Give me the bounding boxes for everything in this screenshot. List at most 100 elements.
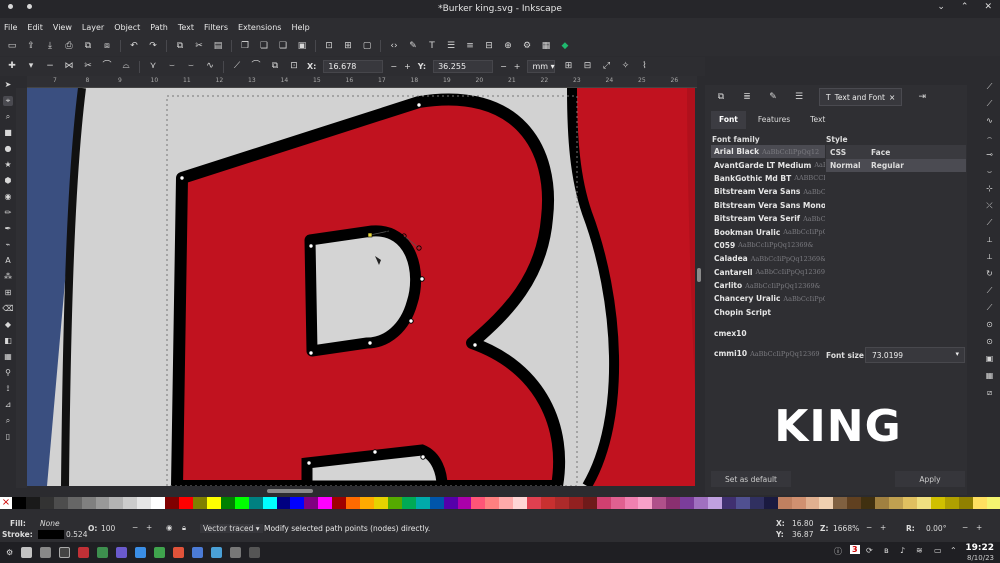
color-swatch[interactable] xyxy=(137,497,152,509)
font-size-field[interactable]: 73.0199 ▾ xyxy=(865,347,965,363)
snap-guide-icon[interactable]: ⊙ xyxy=(985,337,995,347)
show-clip-icon[interactable]: ⊞ xyxy=(562,61,574,73)
snap-cusp-icon[interactable]: ⊸ xyxy=(985,150,995,160)
objects-icon[interactable]: ≡ xyxy=(464,40,476,52)
color-swatch[interactable] xyxy=(610,497,625,509)
rotation-minus-icon[interactable]: − xyxy=(962,523,968,532)
extension-icon[interactable]: ◆ xyxy=(559,40,571,52)
color-swatch[interactable] xyxy=(415,497,430,509)
x-input[interactable]: 16.678 xyxy=(323,60,384,73)
volume-icon[interactable]: ♪ xyxy=(900,546,905,555)
vlc-icon[interactable] xyxy=(211,547,223,558)
fill-stroke-icon[interactable]: ✎ xyxy=(407,40,419,52)
zoom-page-icon[interactable]: ▢ xyxy=(361,40,373,52)
menu-help[interactable]: Help xyxy=(291,23,309,32)
doc-properties-icon[interactable]: ▦ xyxy=(540,40,552,52)
fill-value[interactable]: None xyxy=(40,519,60,528)
snap-path-icon[interactable]: ⌢ xyxy=(985,133,995,143)
color-swatch[interactable] xyxy=(304,497,319,509)
color-swatch[interactable] xyxy=(95,497,110,509)
menu-edit[interactable]: Edit xyxy=(27,23,43,32)
color-swatch[interactable] xyxy=(749,497,764,509)
delete-segment-icon[interactable]: ⌓ xyxy=(120,61,132,73)
menu-filters[interactable]: Filters xyxy=(204,23,228,32)
color-swatch[interactable] xyxy=(443,497,458,509)
layer-select[interactable]: Vector traced ▾ xyxy=(200,524,263,533)
minimize-icon[interactable]: ⌄ xyxy=(937,2,945,12)
font-list-item[interactable]: Bitstream Vera Sans MonoA xyxy=(711,199,825,212)
print-icon[interactable]: ⎙ xyxy=(63,40,75,52)
files-icon[interactable] xyxy=(21,547,33,558)
star-tool-icon[interactable]: ★ xyxy=(3,160,13,170)
color-swatch[interactable] xyxy=(722,497,736,509)
color-swatch[interactable] xyxy=(763,497,778,509)
color-swatch[interactable] xyxy=(582,497,597,509)
color-swatch[interactable] xyxy=(457,497,472,509)
spiral-tool-icon[interactable]: ◉ xyxy=(3,192,13,202)
color-swatch[interactable] xyxy=(220,497,235,509)
object-to-path-icon[interactable]: ⧉ xyxy=(269,61,281,73)
color-swatch[interactable] xyxy=(234,497,249,509)
join-nodes-icon[interactable]: ⋈ xyxy=(63,61,75,73)
color-swatch[interactable] xyxy=(986,497,1000,509)
cusp-node-icon[interactable]: ⋎ xyxy=(147,61,159,73)
style-row[interactable]: Normal Regular xyxy=(826,159,966,172)
export-icon[interactable]: ⧈ xyxy=(101,40,113,52)
menu-object[interactable]: Object xyxy=(114,23,140,32)
color-swatch[interactable] xyxy=(847,497,862,509)
connector-tool-icon[interactable]: ⟟ xyxy=(3,384,13,394)
font-list-item[interactable]: BankGothic Md BT AABBCCI xyxy=(711,172,825,185)
color-swatch[interactable] xyxy=(680,497,695,509)
y-minus-icon[interactable]: − xyxy=(500,62,507,71)
chat-icon[interactable] xyxy=(154,547,166,558)
color-swatch[interactable] xyxy=(346,497,361,509)
zoom-minus-icon[interactable]: − xyxy=(866,523,872,532)
color-swatch[interactable] xyxy=(318,497,333,509)
pdf-icon[interactable] xyxy=(78,547,90,558)
box3d-tool-icon[interactable]: ⬢ xyxy=(3,176,13,186)
segment-line-icon[interactable]: ⟋ xyxy=(231,61,243,73)
paste-icon[interactable]: ▤ xyxy=(212,40,224,52)
align-icon[interactable]: ⊟ xyxy=(483,40,495,52)
lock-icon[interactable]: 🔒︎ xyxy=(182,523,186,533)
zoom-drawing-icon[interactable]: ⊞ xyxy=(342,40,354,52)
selector-tool-icon[interactable]: ➤ xyxy=(3,80,13,90)
color-swatch[interactable] xyxy=(930,497,945,509)
color-swatch[interactable] xyxy=(206,497,221,509)
show-handles-icon[interactable]: ✧ xyxy=(619,61,631,73)
color-swatch[interactable] xyxy=(791,497,806,509)
y-plus-icon[interactable]: + xyxy=(514,62,521,71)
bluetooth-icon[interactable]: ʙ xyxy=(884,546,889,555)
snap-center-icon[interactable]: ⟂ xyxy=(985,252,995,262)
color-palette[interactable]: × xyxy=(0,497,1000,509)
insert-node-icon[interactable]: ✚ xyxy=(6,61,18,73)
color-swatch[interactable] xyxy=(861,497,876,509)
app-menu-icon[interactable]: ⚙ xyxy=(6,548,13,557)
apply-button[interactable]: Apply xyxy=(895,471,965,487)
calligraphy-tool-icon[interactable]: ⌁ xyxy=(3,240,13,250)
x-minus-icon[interactable]: − xyxy=(390,62,397,71)
color-swatch[interactable] xyxy=(290,497,305,509)
tab-text-and-font[interactable]: T Text and Font × xyxy=(819,88,903,106)
font-list-item[interactable]: cmmi10 AaBbCcIiPpQq12369 xyxy=(711,347,825,360)
pen-tool-icon[interactable]: ✒ xyxy=(3,224,13,234)
color-swatch[interactable] xyxy=(123,497,138,509)
tweak-tool-icon[interactable]: ⊞ xyxy=(3,288,13,298)
break-path-icon[interactable]: ✂ xyxy=(82,61,94,73)
task-icon[interactable] xyxy=(59,547,71,558)
segment-curve-icon[interactable]: ⌒ xyxy=(250,61,262,73)
font-list-item[interactable]: Chopin Script xyxy=(711,306,825,319)
color-swatch[interactable] xyxy=(624,497,639,509)
subtab-features[interactable]: Features xyxy=(750,111,798,129)
rect-tool-icon[interactable]: ■ xyxy=(3,128,13,138)
menu-text[interactable]: Text xyxy=(178,23,194,32)
preferences-icon[interactable]: ⚙ xyxy=(521,40,533,52)
color-swatch[interactable] xyxy=(944,497,959,509)
font-list-item[interactable]: Chancery Uralic AaBbCcIiPpQ xyxy=(711,292,825,305)
color-swatch[interactable] xyxy=(248,497,263,509)
close-tab-icon[interactable]: × xyxy=(889,93,895,102)
color-swatch[interactable] xyxy=(53,497,68,509)
join-segment-icon[interactable]: ⌒ xyxy=(101,61,113,73)
snap-toggle-icon[interactable]: ⟋ xyxy=(985,82,995,92)
layers-tab-icon[interactable]: ⧉ xyxy=(715,91,727,103)
